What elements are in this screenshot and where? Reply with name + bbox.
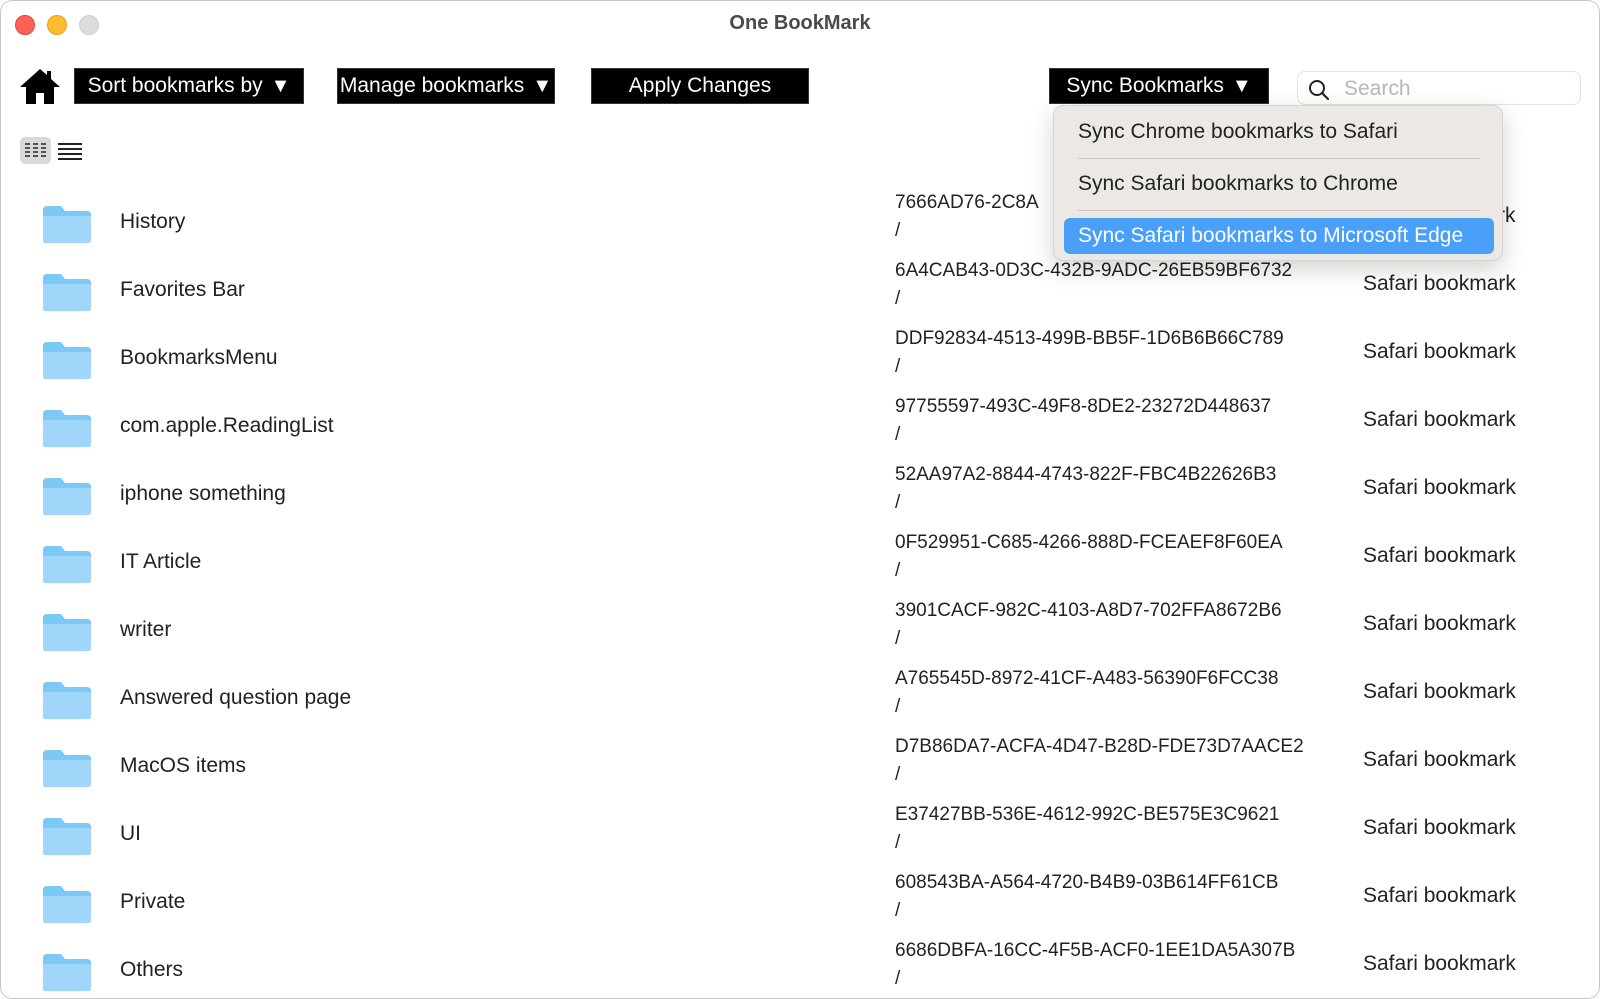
bookmark-type: Safari bookmark [1363,612,1516,635]
bookmark-type: Safari bookmark [1363,408,1516,431]
list-item[interactable]: BookmarksMenu DDF92834-4513-499B-BB5F-1D… [1,328,1599,401]
bookmark-id: 3901CACF-982C-4103-A8D7-702FFA8672B6 [895,600,1282,621]
window-title: One BookMark [729,12,871,34]
list-item[interactable]: writer 3901CACF-982C-4103-A8D7-702FFA867… [1,600,1599,673]
bookmark-name: Private [120,890,186,913]
home-icon [20,69,60,104]
bookmark-type: Safari bookmark [1363,952,1516,975]
title-bar: One BookMark [1,1,1599,47]
bookmark-name: IT Article [120,550,202,573]
bookmark-id: 6686DBFA-16CC-4F5B-ACF0-1EE1DA5A307B [895,940,1296,961]
bookmark-id: D7B86DA7-ACFA-4D47-B28D-FDE73D7AACE2 [895,736,1304,757]
search-icon [1309,80,1330,101]
list-view-button[interactable] [56,139,84,163]
manage-bookmarks-button[interactable]: Manage bookmarks ▼ [337,68,555,104]
bookmark-type: Safari bookmark [1363,544,1516,567]
folder-icon [43,886,91,923]
menu-item-sync-chrome-to-safari[interactable]: Sync Chrome bookmarks to Safari [1064,114,1494,150]
sync-bookmarks-menu: Sync Chrome bookmarks to Safari Sync Saf… [1053,105,1503,261]
chevron-down-icon: ▼ [270,75,291,97]
bookmark-path: / [895,288,901,309]
bookmark-type: Safari bookmark [1363,884,1516,907]
sync-bookmarks-label: Sync Bookmarks [1066,74,1224,97]
bookmark-path: / [895,764,901,785]
folder-icon [43,818,91,855]
bookmark-path: / [895,628,901,649]
apply-changes-button[interactable]: Apply Changes [591,68,809,104]
folder-icon [43,954,91,991]
menu-item-sync-safari-to-edge[interactable]: Sync Safari bookmarks to Microsoft Edge [1064,218,1494,254]
bookmark-id: 7666AD76-2C8A [895,192,1039,213]
folder-icon [43,546,91,583]
bookmark-path: / [895,832,901,853]
folder-icon [43,750,91,787]
bookmark-id: 608543BA-A564-4720-B4B9-03B614FF61CB [895,872,1279,893]
folder-icon [43,614,91,651]
folder-icon [43,478,91,515]
apply-changes-label: Apply Changes [628,74,772,97]
bookmark-path: / [895,900,901,921]
bookmark-id: DDF92834-4513-499B-BB5F-1D6B6B66C789 [895,328,1284,349]
bookmark-name: BookmarksMenu [120,346,278,369]
bookmark-name: writer [120,618,172,641]
grid-view-icon [25,143,46,157]
search-input[interactable] [1342,74,1576,104]
list-item[interactable]: Answered question page A765545D-8972-41C… [1,668,1599,741]
menu-item-sync-safari-to-chrome[interactable]: Sync Safari bookmarks to Chrome [1064,166,1494,202]
bookmark-path: / [895,492,901,513]
list-item[interactable]: iphone something 52AA97A2-8844-4743-822F… [1,464,1599,537]
list-item[interactable]: Private 608543BA-A564-4720-B4B9-03B614FF… [1,872,1599,945]
app-window: One BookMark Sort bookmarks by ▼ Manage … [0,0,1600,999]
bookmark-path: / [895,968,901,989]
list-item[interactable]: MacOS items D7B86DA7-ACFA-4D47-B28D-FDE7… [1,736,1599,809]
bookmark-type: Safari bookmark [1363,340,1516,363]
chevron-down-icon: ▼ [532,75,553,97]
grid-view-button[interactable] [20,137,51,164]
list-item[interactable]: UI E37427BB-536E-4612-992C-BE575E3C9621 … [1,804,1599,877]
bookmark-name: UI [120,822,141,845]
bookmark-path: / [895,424,901,445]
sort-bookmarks-button[interactable]: Sort bookmarks by ▼ [74,68,304,104]
bookmark-id: E37427BB-536E-4612-992C-BE575E3C9621 [895,804,1280,825]
bookmark-id: 52AA97A2-8844-4743-822F-FBC4B22626B3 [895,464,1277,485]
list-item[interactable]: Favorites Bar 6A4CAB43-0D3C-432B-9ADC-26… [1,260,1599,333]
bookmark-type: Safari bookmark [1363,680,1516,703]
bookmark-id: 97755597-493C-49F8-8DE2-23272D448637 [895,396,1272,417]
list-item[interactable]: IT Article 0F529951-C685-4266-888D-FCEAE… [1,532,1599,605]
list-item[interactable]: com.apple.ReadingList 97755597-493C-49F8… [1,396,1599,469]
bookmark-name: Favorites Bar [120,278,245,301]
bookmark-path: / [895,560,901,581]
bookmark-path: / [895,356,901,377]
bookmark-path: / [895,696,901,717]
folder-icon [43,342,91,379]
bookmark-name: History [120,210,186,233]
folder-icon [43,206,91,243]
folder-icon [43,410,91,447]
folder-icon [43,682,91,719]
manage-bookmarks-label: Manage bookmarks [339,74,525,97]
bookmark-type: Safari bookmark [1363,476,1516,499]
bookmark-type: Safari bookmark [1363,748,1516,771]
bookmark-name: com.apple.ReadingList [120,414,334,437]
bookmark-name: Others [120,958,184,981]
sync-bookmarks-button[interactable]: Sync Bookmarks ▼ [1049,68,1269,104]
list-item[interactable]: Others 6686DBFA-16CC-4F5B-ACF0-1EE1DA5A3… [1,940,1599,998]
menu-separator [1078,158,1480,159]
home-button[interactable] [18,67,62,105]
bookmark-id: 6A4CAB43-0D3C-432B-9ADC-26EB59BF6732 [895,260,1293,281]
bookmark-id: 0F529951-C685-4266-888D-FCEAEF8F60EA [895,532,1283,553]
chevron-down-icon: ▼ [1231,75,1252,97]
bookmark-type: Safari bookmark [1363,816,1516,839]
folder-icon [43,274,91,311]
list-view-icon [58,143,82,160]
bookmark-name: Answered question page [120,686,352,709]
bookmark-type: Safari bookmark [1363,272,1516,295]
bookmark-name: MacOS items [120,754,247,777]
bookmark-path: / [895,220,901,241]
search-box[interactable] [1297,71,1581,105]
bookmark-id: A765545D-8972-41CF-A483-56390F6FCC38 [895,668,1279,689]
bookmark-name: iphone something [120,482,286,505]
menu-separator [1078,210,1480,211]
sort-bookmarks-label: Sort bookmarks by [87,74,263,97]
